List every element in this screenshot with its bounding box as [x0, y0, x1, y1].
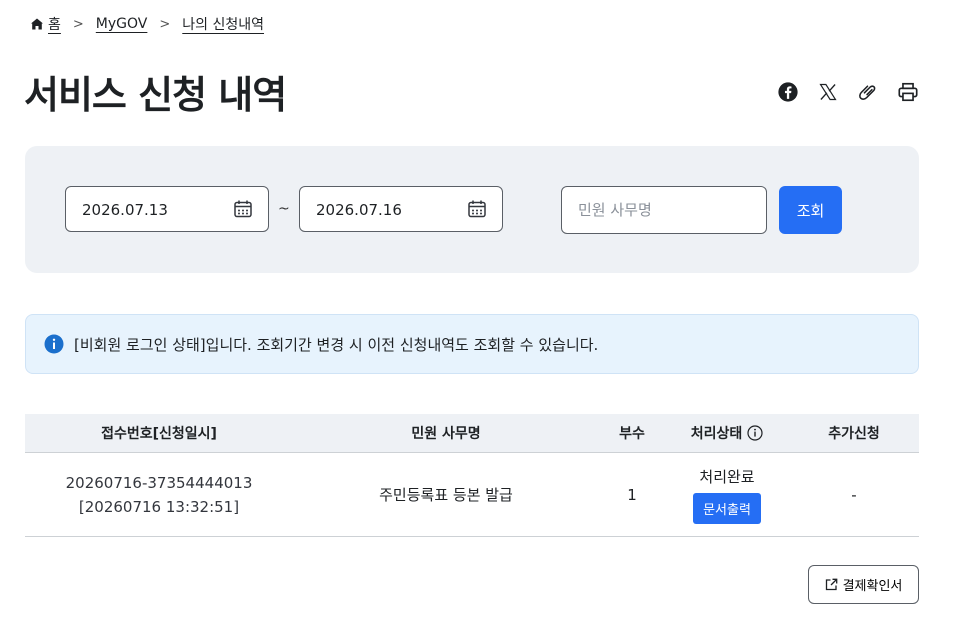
end-date-field[interactable]: 2026.07.16 [299, 186, 503, 232]
external-link-icon [825, 578, 838, 591]
start-date-value: 2026.07.13 [82, 201, 168, 219]
header-copies: 부수 [619, 426, 645, 442]
chevron-right-icon: > [159, 16, 171, 32]
header-service-name: 민원 사무명 [411, 426, 481, 442]
copies-cell: 1 [627, 485, 637, 504]
home-icon [30, 17, 44, 31]
breadcrumb: 홈 > MyGOV > 나의 신청내역 [30, 14, 264, 34]
info-icon [44, 334, 64, 354]
payment-confirmation-button[interactable]: 결제확인서 [808, 565, 919, 604]
table-row: 20260716-37354444013 [20260716 13:32:51]… [25, 453, 919, 537]
date-range-separator: ~ [278, 201, 290, 217]
header-status-cell: 처리상태 [665, 414, 789, 452]
start-date-field[interactable]: 2026.07.13 [65, 186, 269, 232]
chevron-right-icon: > [72, 16, 84, 32]
info-circle-icon[interactable] [747, 425, 763, 441]
service-name-cell: 주민등록표 등본 발급 [379, 486, 513, 504]
search-button[interactable]: 조회 [779, 186, 842, 234]
print-icon[interactable] [896, 80, 919, 103]
header-additional: 추가신청 [828, 426, 880, 442]
calendar-icon[interactable] [467, 199, 487, 219]
applied-datetime: [20260716 13:32:51] [78, 497, 240, 516]
link-icon[interactable] [856, 80, 879, 103]
print-document-button[interactable]: 문서출력 [693, 492, 761, 524]
facebook-icon[interactable] [776, 80, 799, 103]
receipt-number: 20260716-37354444013 [65, 473, 253, 492]
calendar-icon[interactable] [233, 199, 253, 219]
breadcrumb-mygov-link[interactable]: MyGOV [96, 16, 148, 32]
breadcrumb-current[interactable]: 나의 신청내역 [182, 14, 264, 34]
status-text: 처리완료 [699, 467, 755, 486]
x-icon[interactable] [816, 80, 839, 103]
share-toolbar [776, 80, 919, 103]
service-name-search-input[interactable] [561, 186, 767, 234]
additional-cell: - [851, 485, 857, 504]
notice-text: [비회원 로그인 상태]입니다. 조회기간 변경 시 이전 신청내역도 조회할 … [74, 335, 599, 354]
header-status: 처리상태 [690, 426, 743, 442]
receipt-cell: 20260716-37354444013 [20260716 13:32:51] [25, 453, 293, 536]
status-cell: 처리완료 문서출력 [665, 453, 789, 536]
end-date-value: 2026.07.16 [316, 201, 402, 219]
header-receipt-no: 접수번호[신청일시] [101, 426, 217, 442]
table-header: 접수번호[신청일시] 민원 사무명 부수 처리상태 추가신청 [25, 414, 919, 453]
search-panel: 2026.07.13 ~ 2026.07.16 조회 [25, 146, 919, 273]
breadcrumb-home-link[interactable]: 홈 [48, 14, 61, 34]
page-title: 서비스 신청 내역 [24, 73, 287, 117]
application-table: 접수번호[신청일시] 민원 사무명 부수 처리상태 추가신청 20260716-… [25, 414, 919, 537]
payment-confirmation-label: 결제확인서 [842, 578, 903, 593]
login-status-notice: [비회원 로그인 상태]입니다. 조회기간 변경 시 이전 신청내역도 조회할 … [25, 314, 919, 374]
